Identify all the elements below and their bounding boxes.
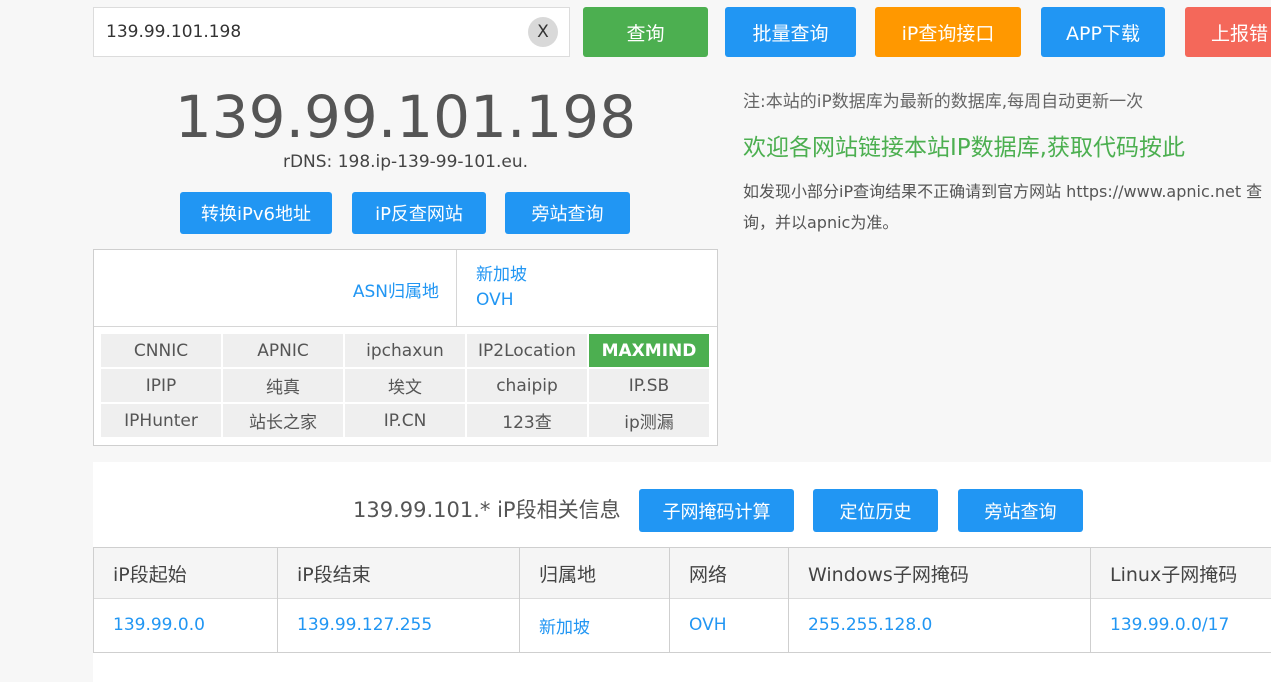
table-cell-link[interactable]: 139.99.0.0 [94,599,278,651]
table-header: Windows子网掩码 [789,548,1091,599]
search-box[interactable]: X [93,7,570,57]
segment-title: 139.99.101.* iP段相关信息 [353,498,621,522]
source-tab[interactable]: APNIC [223,334,343,367]
reverse-lookup-button[interactable]: iP反查网站 [352,192,486,234]
source-tab[interactable]: IP.CN [345,404,465,437]
table-header: 网络 [670,548,789,599]
source-tab[interactable]: IP2Location [467,334,587,367]
divider [456,250,457,326]
asn-isp[interactable]: OVH [476,288,527,313]
table-cell-link[interactable]: 新加坡 [520,599,670,651]
batch-query-button[interactable]: 批量查询 [725,7,856,57]
table-column: Linux子网掩码 139.99.0.0/17 [1090,548,1271,652]
side-site-button[interactable]: 旁站查询 [505,192,630,234]
table-header: Linux子网掩码 [1091,548,1271,599]
api-button[interactable]: iP查询接口 [875,7,1021,57]
source-tab[interactable]: IPIP [101,369,221,402]
database-note: 注:本站的iP数据库为最新的数据库,每周自动更新一次 [743,92,1144,112]
table-cell-link[interactable]: 139.99.127.255 [278,599,520,651]
rdns-text: rDNS: 198.ip-139-99-101.eu. [282,152,529,172]
source-tab[interactable]: CNNIC [101,334,221,367]
source-tab[interactable]: chaipip [467,369,587,402]
source-tab[interactable]: 123查 [467,404,587,437]
table-header: iP段结束 [278,548,520,599]
clear-icon[interactable]: X [528,17,558,47]
table-column: 网络 OVH [669,548,789,652]
asn-label: ASN归属地 [352,282,439,302]
subnet-calc-button[interactable]: 子网掩码计算 [639,489,794,532]
table-column: iP段起始 139.99.0.0 [93,548,278,652]
table-cell-link[interactable]: OVH [670,599,789,651]
table-header: iP段起始 [94,548,278,599]
table-cell-link[interactable]: 255.255.128.0 [789,599,1091,651]
source-tab[interactable]: IPHunter [101,404,221,437]
segment-side-site-button[interactable]: 旁站查询 [958,489,1083,532]
segment-panel: 139.99.101.* iP段相关信息 子网掩码计算 定位历史 旁站查询 iP… [93,462,1271,682]
source-tab[interactable]: IP.SB [589,369,709,402]
asn-values: 新加坡 OVH [476,263,527,313]
location-history-button[interactable]: 定位历史 [813,489,938,532]
table-column: iP段结束 139.99.127.255 [277,548,520,652]
query-button[interactable]: 查询 [583,7,708,57]
table-column: Windows子网掩码 255.255.128.0 [788,548,1091,652]
source-tab[interactable]: ip测漏 [589,404,709,437]
source-tab[interactable]: MAXMIND [589,334,709,367]
source-tab[interactable]: 纯真 [223,369,343,402]
source-grid: CNNIC APNIC ipchaxun IP2Location MAXMIND… [101,334,710,437]
source-table: ASN归属地 新加坡 OVH CNNIC APNIC ipchaxun IP2L… [93,249,718,446]
asn-country[interactable]: 新加坡 [476,263,527,288]
table-column: 归属地 新加坡 [519,548,670,652]
report-error-button[interactable]: 上报错 [1185,7,1271,57]
table-cell-link[interactable]: 139.99.0.0/17 [1091,599,1271,651]
source-tab[interactable]: 埃文 [345,369,465,402]
database-link[interactable]: 欢迎各网站链接本站IP数据库,获取代码按此 [743,128,1185,162]
divider [94,326,717,327]
app-download-button[interactable]: APP下载 [1041,7,1165,57]
source-tab[interactable]: ipchaxun [345,334,465,367]
ipv6-convert-button[interactable]: 转换iPv6地址 [180,192,332,234]
source-tab[interactable]: 站长之家 [223,404,343,437]
apnic-note: 如发现小部分iP查询结果不正确请到官方网站 https://www.apnic.… [743,182,1263,232]
segment-table: iP段起始 139.99.0.0 iP段结束 139.99.127.255 归属… [93,547,1271,653]
ip-address-title: 139.99.101.198 [174,83,637,151]
search-input[interactable] [106,20,506,44]
table-header: 归属地 [520,548,670,599]
